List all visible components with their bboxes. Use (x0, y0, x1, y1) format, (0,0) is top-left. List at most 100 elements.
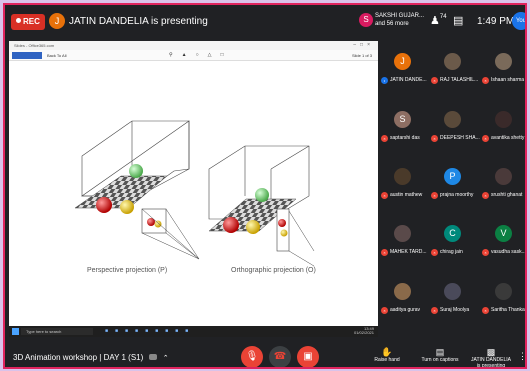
camera-toggle-button[interactable]: ▣ (297, 346, 319, 367)
participant-name: vasudha sask... (491, 249, 526, 255)
slide-canvas: Perspective projection (P) Orthographic … (9, 61, 378, 315)
participant-avatar: P (444, 168, 461, 185)
mic-toggle-button[interactable]: 🎙 (241, 346, 263, 367)
participant-tile[interactable]: J • JATIN DANDE... (381, 45, 427, 91)
mic-muted-icon: × (431, 192, 438, 199)
chat-icon[interactable]: ▤ (453, 14, 463, 27)
meeting-title: 3D Animation workshop | DAY 1 (S1) (13, 353, 144, 362)
participant-tile[interactable]: × Ishaan sharma (482, 45, 525, 91)
participant-avatar (394, 225, 411, 242)
participant-avatar (394, 168, 411, 185)
participant-name: Suraj Moolya (440, 307, 470, 313)
participant-tile[interactable]: × aaditya gurav (381, 275, 424, 321)
taskbar-clock: 13:49 01/02/2021 (354, 327, 374, 335)
perspective-diagram (74, 120, 200, 260)
taskbar-search: Type here to search (21, 328, 93, 335)
camera-off-icon: ▣ (303, 351, 313, 362)
participant-avatar (495, 283, 512, 300)
participant-name: RAJ TALASHIL... (440, 77, 479, 83)
mic-muted-icon: × (482, 307, 489, 314)
window-controls: –□× (353, 42, 374, 48)
participant-tile[interactable]: × avantika shetty (482, 103, 525, 149)
mic-muted-icon: × (431, 307, 438, 314)
present-status[interactable]: ▩ JATIN DANDELIA is presenting (471, 347, 511, 369)
participant-avatar (444, 53, 461, 70)
pinned-more: and 56 more (375, 21, 409, 27)
more-options-icon[interactable]: ⋮ (518, 351, 525, 362)
pinned-name: SAKSHI GUJAR... (375, 13, 425, 19)
participant-avatar: C (444, 225, 461, 242)
participant-name: chirag jain (440, 249, 463, 255)
participant-tile[interactable]: × Suraj Moolya (431, 275, 474, 321)
window-title: Slides - Office365.com (14, 43, 55, 48)
present-screen-icon: ▩ (486, 347, 496, 357)
slide-counter: Slide 1 of 3 (351, 53, 372, 58)
presenter-status: is presenting (476, 363, 506, 369)
participant-avatar (394, 283, 411, 300)
participant-name: prajna moorthy (440, 192, 474, 198)
hand-icon: ✋ (381, 347, 393, 357)
participant-name: Saritha Thanka... (491, 307, 527, 313)
people-button[interactable]: ♟74 (430, 14, 447, 27)
people-count: 74 (439, 14, 447, 20)
participant-name: saptarshi das (390, 135, 420, 141)
participant-avatar (444, 111, 461, 128)
mic-muted-icon: × (482, 192, 489, 199)
participant-tile[interactable]: S × saptarshi das (381, 103, 424, 149)
participant-avatar: J (394, 53, 411, 70)
app-button (12, 52, 42, 59)
clock: 1:49 PM (477, 16, 515, 27)
green-sphere (129, 164, 143, 178)
meet-window: REC J JATIN DANDELIA is presenting S SAK… (3, 3, 527, 369)
taskbar-app-icons: ■■■■■■■■■ (105, 328, 196, 334)
meeting-details[interactable]: 3D Animation workshop | DAY 1 (S1) ⌃ (13, 353, 169, 362)
participant-avatar (495, 111, 512, 128)
leave-call-button[interactable]: ☎ (269, 346, 291, 367)
pinned-participants[interactable]: SAKSHI GUJAR... and 56 more (375, 12, 424, 28)
participant-tile[interactable]: × DEEPESH SHA... (431, 103, 480, 149)
self-avatar[interactable]: You (512, 12, 525, 30)
mic-muted-icon: × (381, 192, 388, 199)
participant-tile[interactable]: V × vasudha sask... (482, 217, 525, 263)
window-titlebar: Slides - Office365.com –□× (9, 41, 378, 50)
participant-tile[interactable]: × srushti ghanat (482, 160, 525, 206)
bottom-bar: 3D Animation workshop | DAY 1 (S1) ⌃ 🎙 ☎… (5, 341, 525, 369)
taskbar-date: 01/02/2021 (353, 330, 374, 335)
participant-name: austin mathew (390, 192, 423, 198)
captions-icon: ▤ (435, 347, 445, 357)
shared-screen: Slides - Office365.com –□× Back To All ⚲… (9, 41, 378, 337)
mic-muted-icon: × (431, 135, 438, 142)
mic-muted-icon: × (381, 249, 388, 256)
participant-name: JATIN DANDE... (390, 77, 427, 83)
hang-up-icon: ☎ (273, 351, 287, 362)
participant-tile[interactable]: × MAHEK TARD... (381, 217, 427, 263)
mic-muted-icon: × (431, 249, 438, 256)
presenting-text: JATIN DANDELIA is presenting (69, 16, 208, 27)
windows-start-icon (12, 328, 19, 335)
participant-tile[interactable]: × Saritha Thanka... (482, 275, 525, 321)
participant-name: aaditya gurav (390, 307, 421, 313)
captions-badge-icon (148, 354, 157, 360)
captions-button[interactable]: ▤ Turn on captions (419, 347, 461, 363)
back-link: Back To All (47, 53, 67, 58)
mic-muted-icon: × (482, 77, 489, 84)
mic-off-icon: 🎙 (245, 351, 259, 362)
pinned-avatar[interactable]: S (359, 13, 373, 27)
toolbar-icons: ⚲▲○△□ (169, 52, 233, 58)
participant-name: Ishaan sharma (491, 77, 525, 83)
participant-avatar (495, 53, 512, 70)
raise-hand-button[interactable]: ✋ Raise hand (373, 347, 401, 363)
presentation-toolbar: Back To All ⚲▲○△□ Slide 1 of 3 (9, 50, 378, 61)
participant-tile[interactable]: P × prajna moorthy (431, 160, 474, 206)
red-sphere (96, 197, 112, 213)
projection-illustration (74, 120, 315, 267)
participant-tile[interactable]: C × chirag jain (431, 217, 474, 263)
participant-name: MAHEK TARD... (390, 249, 427, 255)
participant-tile[interactable]: × austin mathew (381, 160, 424, 206)
participant-avatar (495, 168, 512, 185)
yellow-sphere (120, 200, 134, 214)
record-dot-icon (16, 18, 21, 23)
people-icon: ♟ (430, 15, 440, 27)
raise-hand-label: Raise hand (374, 357, 400, 363)
participant-tile[interactable]: × RAJ TALASHIL... (431, 45, 478, 91)
